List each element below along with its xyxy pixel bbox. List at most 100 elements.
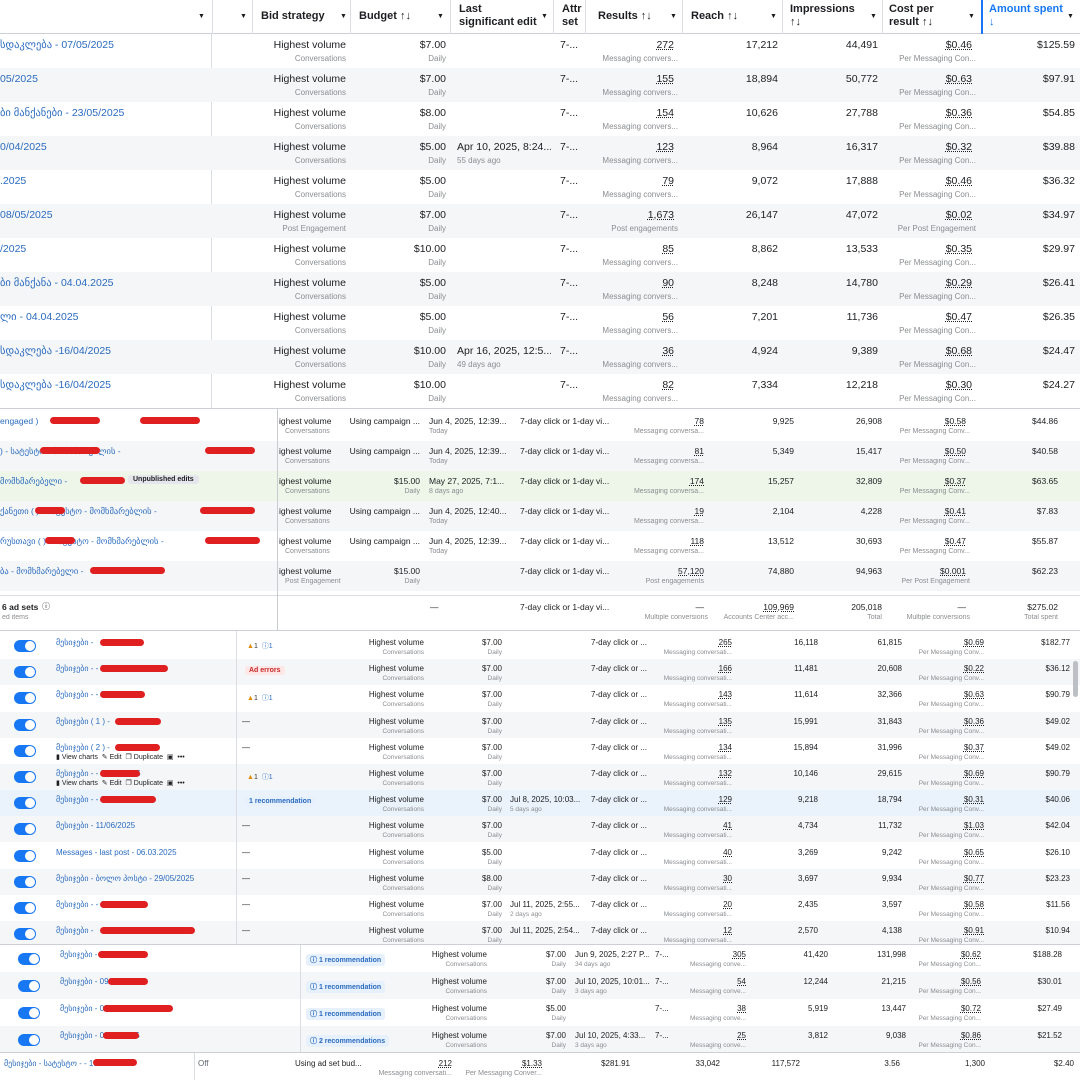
header-cost-per-result[interactable]: Cost per result ↑↓ (889, 3, 959, 29)
results[interactable]: 143 (660, 690, 732, 699)
results[interactable]: 40 (660, 848, 732, 857)
campaign-name[interactable]: 08/05/2025 (0, 209, 205, 221)
cost-per-result[interactable]: $0.69 (915, 769, 984, 778)
results[interactable]: 38 (680, 1004, 746, 1013)
table-row[interactable]: 6 ad sets ⓘ ed items — 7-day click or 1-day … (0, 595, 1080, 629)
results[interactable]: 272 (590, 39, 674, 51)
results[interactable]: 12 (660, 926, 732, 935)
cost-per-result[interactable]: $0.91 (915, 926, 984, 935)
results[interactable]: 135 (660, 717, 732, 726)
results[interactable]: 57,120 (624, 566, 704, 576)
edit-link[interactable]: Edit (110, 780, 122, 787)
chevron-down-icon[interactable]: ▼ (198, 13, 205, 20)
header-budget[interactable]: Budget ↑↓ (359, 10, 411, 23)
on-off-toggle[interactable] (14, 850, 36, 862)
chevron-down-icon[interactable]: ▼ (770, 13, 777, 20)
ad-name[interactable]: მესიჯები - 11/06/2025 (56, 821, 231, 830)
cost-per-result[interactable]: $0.86 (915, 1031, 981, 1040)
cost-per-result[interactable]: $0.63 (915, 690, 984, 699)
on-off-toggle[interactable] (18, 1034, 40, 1046)
chevron-down-icon[interactable]: ▼ (240, 13, 247, 20)
duplicate-link[interactable]: Duplicate (134, 780, 163, 787)
adset-name[interactable]: engaged ) (0, 416, 270, 426)
table-row[interactable]: მესიჯები - ბოლო პოსტი - 29/05/2025 — Highe… (0, 869, 1080, 895)
on-off-toggle[interactable] (14, 640, 36, 652)
on-off-toggle[interactable] (14, 928, 36, 940)
on-off-toggle[interactable] (14, 719, 36, 731)
table-row[interactable]: ქანეთი ( ) - სატესტო - მომხმარებლის - igh… (0, 501, 1080, 531)
results[interactable]: 82 (590, 379, 674, 391)
cost-per-result[interactable]: $0.62 (915, 950, 981, 959)
on-off-toggle[interactable] (14, 692, 36, 704)
cost-per-result[interactable]: $0.65 (915, 848, 984, 857)
cost-per-result[interactable]: $0.68 (890, 345, 972, 357)
cost-per-result[interactable]: $0.63 (890, 73, 972, 85)
edit-link[interactable]: Edit (110, 754, 122, 761)
results[interactable]: 85 (590, 243, 674, 255)
table-row[interactable]: რუსთავი ( ) - სატესტო - მომხმარებლის - ig… (0, 531, 1080, 561)
table-row[interactable]: მესიჯები - 09/07/2025 ⓘ 1 recommendation H… (0, 972, 1080, 999)
table-row[interactable]: მესიჯები - - 02/06/2025 ⓘ 1 recommendatio… (0, 945, 1080, 972)
cost-per-result[interactable]: $0.58 (890, 416, 966, 426)
recommendation-badge[interactable]: ⓘ 1 recommendation (306, 954, 386, 966)
recommendation-badge[interactable]: 1 recommendation (245, 797, 316, 806)
results[interactable]: 129 (660, 795, 732, 804)
cost-per-result[interactable]: $0.47 (890, 536, 966, 546)
table-row[interactable]: მესიჯები - — Highest volume Conversations $7… (0, 921, 1080, 944)
recommendation-badge[interactable]: ⓘ 1 recommendation (306, 981, 386, 993)
table-row[interactable]: მესიჯები - ▲1 ⓘ1 Highest volume Conversatio… (0, 633, 1080, 659)
table-row[interactable]: მესიჯები - - 20/06/2025 Ad errors Highest … (0, 659, 1080, 685)
ad-name[interactable]: მესიჯები - 09/07/2025 (60, 1031, 295, 1040)
table-row[interactable]: მესიჯები - 11/06/2025 — Highest volume Conv… (0, 816, 1080, 842)
table-row[interactable]: /2025 Highest volume Conversations $10.00 Da… (0, 238, 1080, 272)
results[interactable]: 305 (680, 950, 746, 959)
ad-name[interactable]: მესიჯები - 09/07/2025 (60, 977, 295, 986)
duplicate-link[interactable]: Duplicate (134, 754, 163, 761)
table-row[interactable]: ) - სატესტო - მომხმარებლის -ighest volum… (0, 441, 1080, 471)
on-off-toggle[interactable] (18, 980, 40, 992)
more-icon[interactable]: ••• (177, 780, 184, 787)
cost-per-result[interactable]: $0.30 (890, 379, 972, 391)
cost-per-result[interactable]: $0.35 (890, 243, 972, 255)
header-bid-strategy[interactable]: Bid strategy (261, 10, 325, 23)
table-row[interactable]: ბა - მომხმარებელი - ighest volume Post Eng… (0, 561, 1080, 591)
chevron-down-icon[interactable]: ▼ (670, 13, 677, 20)
results[interactable]: 81 (624, 446, 704, 456)
cost-per-result[interactable]: $0.001 (890, 566, 966, 576)
on-off-toggle[interactable] (14, 902, 36, 914)
campaign-name[interactable]: სდაკლება -16/04/2025 (0, 345, 205, 357)
cost-per-result[interactable]: $0.37 (890, 476, 966, 486)
cost-per-result[interactable]: $0.58 (915, 900, 984, 909)
header-results[interactable]: Results ↑↓ (598, 10, 652, 23)
ad-name[interactable]: მესიჯები - ბოლო პოსტი - 29/05/2025 (56, 874, 231, 883)
chevron-down-icon[interactable]: ▼ (870, 13, 877, 20)
cost-per-result[interactable]: $0.46 (890, 175, 972, 187)
campaign-name[interactable]: სდაკლება -16/04/2025 (0, 379, 205, 391)
table-row[interactable]: მესიჯები - - 27/06/2025 -▲1 ⓘ1Highest vo… (0, 685, 1080, 711)
chevron-down-icon[interactable]: ▼ (541, 13, 548, 20)
table-row[interactable]: მესიჯები - 09/07/2025 ⓘ 2 recommendations… (0, 1026, 1080, 1052)
cost-per-result[interactable]: $0.77 (915, 874, 984, 883)
results[interactable]: 166 (660, 664, 732, 673)
table-row[interactable]: სდაკლება - 07/05/2025 Highest volume Conve… (0, 34, 1080, 68)
header-amount-spent[interactable]: Amount spent ↓ (989, 3, 1064, 29)
cost-per-result[interactable]: $1.03 (915, 821, 984, 830)
on-off-toggle[interactable] (18, 953, 40, 965)
results[interactable]: 25 (680, 1031, 746, 1040)
table-row[interactable]: მესიჯები - - 27/06/2025 ▮ View charts ✎ E… (0, 764, 1080, 790)
results[interactable]: 54 (680, 977, 746, 986)
campaign-name[interactable]: ლი - 04.04.2025 (0, 311, 205, 323)
cost-per-result[interactable]: $0.36 (915, 717, 984, 726)
chevron-down-icon[interactable]: ▼ (340, 13, 347, 20)
cost-per-result[interactable]: $0.50 (890, 446, 966, 456)
results[interactable]: 79 (590, 175, 674, 187)
recommendation-badge[interactable]: ⓘ 2 recommendations (306, 1035, 390, 1047)
cost-per-result[interactable]: $0.41 (890, 506, 966, 516)
campaign-name[interactable]: /2025 (0, 243, 205, 255)
on-off-toggle[interactable] (14, 666, 36, 678)
chevron-down-icon[interactable]: ▼ (1067, 13, 1074, 20)
results[interactable]: 20 (660, 900, 732, 909)
results[interactable]: 134 (660, 743, 732, 752)
table-row[interactable]: მესიჯები ( 1 ) - — Highest volume Conversat… (0, 712, 1080, 738)
results[interactable]: 265 (660, 638, 732, 647)
